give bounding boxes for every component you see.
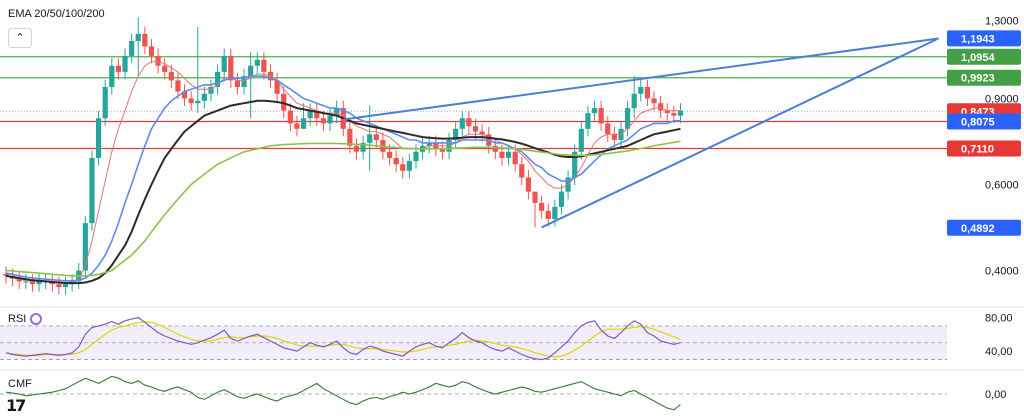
- candle-body: [472, 126, 479, 132]
- candle-body: [353, 145, 360, 152]
- candle-body: [373, 134, 379, 140]
- candle-body: [89, 157, 95, 224]
- price-axis-tick: 0,6000: [985, 179, 1019, 191]
- candle-body: [254, 59, 260, 66]
- candle-body: [393, 157, 399, 165]
- candle-body: [558, 191, 565, 207]
- candle-body: [228, 55, 234, 81]
- candle-body: [367, 134, 373, 143]
- candle-body: [168, 71, 174, 81]
- candle-body: [598, 108, 604, 124]
- chevron-up-icon[interactable]: ⌃: [8, 28, 32, 48]
- candle-body: [499, 151, 505, 158]
- candle-body: [122, 55, 128, 72]
- indicator-title: EMA 20/50/100/200: [8, 8, 105, 20]
- candle-body: [512, 151, 518, 165]
- candle-body: [327, 115, 333, 124]
- trendline-upper: [343, 37, 939, 121]
- price-axis-tick: 1,3000: [985, 15, 1019, 27]
- candle-body: [155, 55, 161, 66]
- price-tag-label: 1,0954: [961, 52, 996, 64]
- rsi-label: RSI: [8, 313, 27, 325]
- candle-body: [221, 55, 227, 72]
- candle-body: [519, 164, 525, 178]
- rsi-axis-tick: 80,00: [985, 312, 1013, 324]
- candle-body: [62, 284, 69, 288]
- candle-body: [413, 151, 419, 162]
- candle-body: [234, 80, 241, 87]
- candle-body: [162, 65, 168, 72]
- candle-body: [175, 80, 181, 92]
- price-tag-label: 0,8075: [961, 116, 995, 128]
- candle-body: [658, 103, 664, 111]
- candle-body: [56, 284, 62, 288]
- candle-body: [115, 65, 122, 72]
- price-axis-tick: 0,4000: [985, 266, 1019, 278]
- candle-body: [82, 223, 88, 271]
- candle-body: [148, 46, 155, 56]
- candle-body: [386, 151, 393, 158]
- candle-body: [248, 65, 254, 77]
- candle-body: [585, 113, 591, 129]
- candle-body: [261, 59, 267, 72]
- price-tag-label: 0,7110: [961, 143, 994, 155]
- candle-body: [129, 40, 135, 56]
- candle-body: [320, 118, 327, 124]
- candle-body: [591, 108, 598, 114]
- candle-body: [459, 118, 465, 129]
- candle-body: [671, 113, 677, 116]
- candle-body: [539, 202, 545, 211]
- candle-body: [400, 164, 406, 171]
- candle-body: [195, 100, 201, 104]
- candle-body: [644, 86, 651, 99]
- candle-body: [294, 123, 300, 129]
- candle-body: [142, 33, 148, 47]
- candle-body: [611, 134, 617, 140]
- trading-chart[interactable]: 1,30000,90000,60000,40001,19431,09540,99…: [0, 0, 1024, 420]
- candle-body: [109, 65, 115, 87]
- candle-body: [545, 210, 551, 219]
- candle-body: [651, 98, 657, 104]
- rsi-settings-icon[interactable]: [30, 313, 42, 325]
- candle-body: [638, 86, 644, 94]
- candle-body: [406, 161, 412, 171]
- price-tag-label: 0,9923: [961, 73, 995, 85]
- candle-body: [605, 123, 611, 135]
- candle-body: [552, 206, 558, 219]
- candle-body: [624, 108, 631, 129]
- candle-body: [102, 86, 108, 119]
- candle-body: [677, 110, 684, 116]
- cmf-label: CMF: [8, 378, 32, 390]
- candle-body: [300, 118, 307, 129]
- tradingview-logo: 17: [6, 396, 26, 415]
- candle-body: [532, 191, 538, 203]
- candle-body: [505, 151, 512, 158]
- cmf-line: [5, 375, 681, 411]
- cmf-axis-tick: 0,00: [985, 389, 1006, 401]
- trendline-lower: [541, 37, 939, 229]
- candle-body: [578, 128, 584, 152]
- candle-body: [466, 118, 472, 127]
- candle-body: [631, 93, 637, 109]
- candle-body: [188, 98, 194, 104]
- candle-body: [201, 93, 207, 101]
- candle-body: [23, 281, 29, 283]
- candle-body: [95, 118, 102, 158]
- candle-body: [287, 110, 293, 124]
- candle-body: [135, 33, 141, 41]
- rsi-axis-tick: 40,00: [985, 346, 1013, 358]
- candle-body: [525, 177, 532, 192]
- price-tag-label: 0,4892: [961, 223, 995, 235]
- price-tag-label: 1,1943: [961, 33, 995, 45]
- candle-body: [492, 145, 498, 152]
